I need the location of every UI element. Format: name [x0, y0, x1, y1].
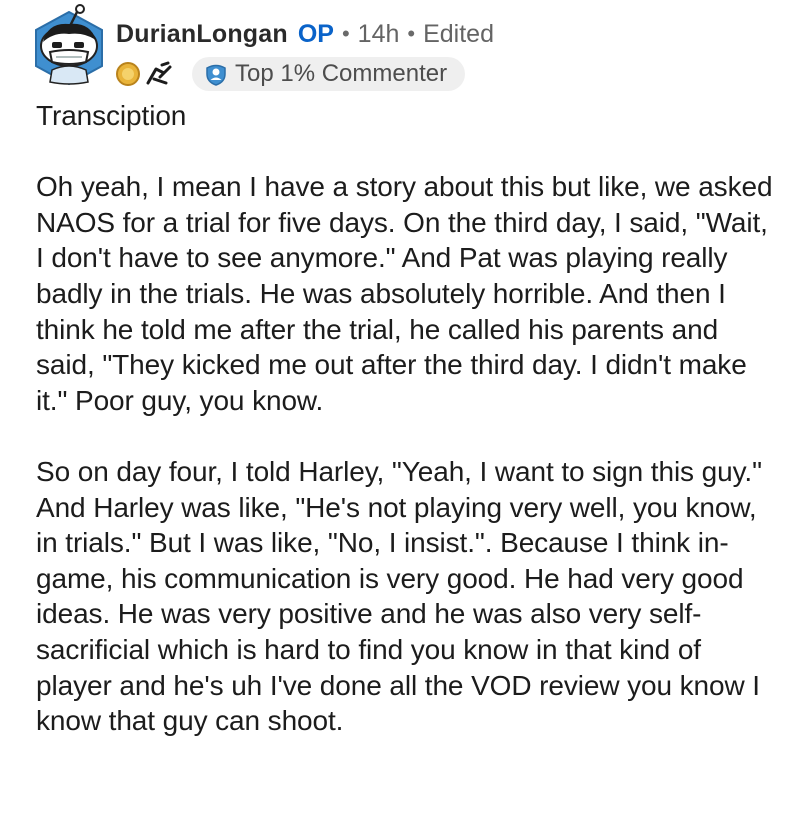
comment-paragraph: So on day four, I told Harley, "Yeah, I … — [36, 455, 762, 737]
separator-dot: • — [407, 21, 416, 46]
sport-figure-award-icon — [146, 61, 172, 85]
edited-label: Edited — [423, 19, 494, 48]
author-username[interactable]: DurianLongan — [116, 20, 288, 49]
gold-coin-award-icon — [116, 62, 140, 86]
avatar-snoo-icon — [35, 4, 103, 86]
award-icons[interactable] — [114, 59, 178, 89]
timestamp[interactable]: 14h — [358, 20, 400, 49]
separator-dot: • — [341, 21, 350, 46]
comment-body: Transciption Oh yeah, I mean I have a st… — [36, 98, 776, 739]
comment-card: DurianLongan OP • 14h • Edited Top 1% Co… — [0, 0, 800, 828]
flair-label: Top 1% Commenter — [235, 60, 448, 87]
user-flair-badge[interactable]: Top 1% Commenter — [192, 57, 466, 91]
avatar[interactable] — [30, 4, 108, 86]
op-badge: OP — [297, 19, 334, 48]
shield-person-icon — [204, 62, 228, 86]
comment-paragraph: Oh yeah, I mean I have a story about thi… — [36, 171, 773, 416]
comment-paragraph-heading: Transciption — [36, 100, 187, 131]
flair-row: Top 1% Commenter — [114, 56, 466, 92]
comment-header: DurianLongan OP • 14h • Edited — [116, 14, 494, 54]
